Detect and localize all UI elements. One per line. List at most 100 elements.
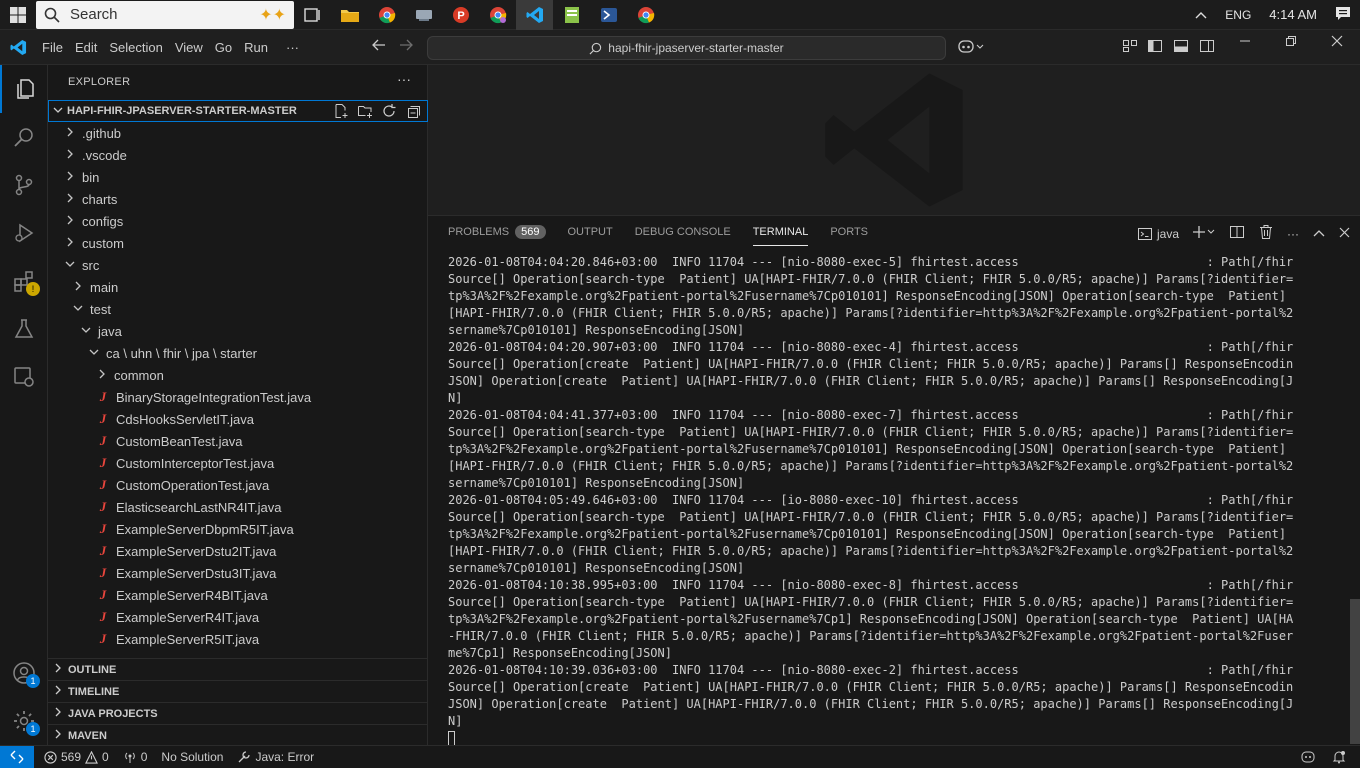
refresh-icon[interactable]	[381, 103, 397, 122]
powershell-taskbar-icon[interactable]	[590, 0, 627, 30]
new-terminal-icon[interactable]	[1193, 225, 1215, 242]
search-activity[interactable]	[0, 113, 48, 161]
customize-layout-icon[interactable]	[1122, 38, 1138, 54]
split-terminal-icon[interactable]	[1229, 224, 1245, 243]
accounts-activity[interactable]: 1	[0, 649, 48, 697]
file-item[interactable]: J ExampleServerDstu3IT.java	[48, 562, 428, 584]
menu-file[interactable]: File	[36, 40, 69, 55]
terminal-selector[interactable]: java	[1137, 226, 1179, 242]
folder-item[interactable]: main	[48, 276, 428, 298]
minimize-button[interactable]	[1225, 35, 1265, 51]
folder-item[interactable]: bin	[48, 166, 428, 188]
folder-item[interactable]: test	[48, 298, 428, 320]
folder-item[interactable]: .vscode	[48, 144, 428, 166]
command-center[interactable]: hapi-fhir-jpaserver-starter-master	[427, 36, 946, 60]
vscode-taskbar-icon[interactable]	[516, 0, 553, 30]
clock[interactable]: 4:14 AM	[1269, 7, 1317, 22]
folder-item[interactable]: java	[48, 320, 428, 342]
file-item[interactable]: J CustomOperationTest.java	[48, 474, 428, 496]
maximize-panel-icon[interactable]	[1313, 227, 1325, 241]
folder-item[interactable]: common	[48, 364, 428, 386]
solution-status[interactable]: No Solution	[161, 750, 223, 764]
bell-icon[interactable]	[1332, 750, 1346, 767]
chevron-up-icon[interactable]	[1195, 8, 1207, 22]
folder-item[interactable]: src	[48, 254, 428, 276]
close-window-button[interactable]	[1317, 35, 1357, 51]
file-item[interactable]: J ExampleServerDbpmR5IT.java	[48, 518, 428, 540]
maven-section[interactable]: MAVEN	[48, 724, 428, 746]
toggle-primary-sidebar-icon[interactable]	[1147, 38, 1163, 54]
chrome-second-taskbar-icon[interactable]	[627, 0, 664, 30]
language-indicator[interactable]: ENG	[1225, 8, 1251, 22]
notepad-plus-taskbar-icon[interactable]	[553, 0, 590, 30]
run-debug-activity[interactable]	[0, 209, 48, 257]
windows-start-button[interactable]	[0, 0, 36, 30]
file-item[interactable]: J CustomInterceptorTest.java	[48, 452, 428, 474]
folder-item[interactable]: ca \ uhn \ fhir \ jpa \ starter	[48, 342, 428, 364]
file-item[interactable]: J ExampleServerR4BIT.java	[48, 584, 428, 606]
file-item[interactable]: J ExampleServerDstu2IT.java	[48, 540, 428, 562]
remote-explorer-activity[interactable]	[0, 353, 48, 401]
toggle-secondary-sidebar-icon[interactable]	[1199, 38, 1215, 54]
file-item[interactable]: J BinaryStorageIntegrationTest.java	[48, 386, 428, 408]
explorer-activity[interactable]	[0, 65, 48, 113]
menu-edit[interactable]: Edit	[69, 40, 103, 55]
file-item[interactable]: J ExampleServerR5IT.java	[48, 628, 428, 650]
workspace-root-header[interactable]: HAPI-FHIR-JPASERVER-STARTER-MASTER	[48, 100, 428, 122]
file-item[interactable]: J CustomBeanTest.java	[48, 430, 428, 452]
file-explorer-taskbar-icon[interactable]	[331, 0, 368, 30]
folder-item[interactable]: custom	[48, 232, 428, 254]
problems-status[interactable]: 569 0	[44, 750, 109, 764]
menu-go[interactable]: Go	[209, 40, 238, 55]
ports-status[interactable]: 0	[123, 750, 147, 764]
menu-view[interactable]: View	[169, 40, 209, 55]
trash-icon[interactable]	[1259, 224, 1273, 243]
taskbar-search-box[interactable]: Search ✦✦	[36, 0, 294, 29]
remote-indicator[interactable]	[0, 746, 34, 768]
collapse-all-icon[interactable]	[405, 103, 421, 122]
menu-run[interactable]: Run	[238, 40, 274, 55]
extensions-warning-badge: !	[26, 282, 40, 296]
outline-section[interactable]: OUTLINE	[48, 658, 428, 680]
file-item[interactable]: J ElasticsearchLastNR4IT.java	[48, 496, 428, 518]
chrome-taskbar-icon[interactable]	[368, 0, 405, 30]
panel-more-icon[interactable]: ···	[1287, 227, 1299, 241]
chrome-profile-taskbar-icon[interactable]	[479, 0, 516, 30]
terminal-scrollbar[interactable]	[1350, 599, 1360, 744]
testing-activity[interactable]	[0, 305, 48, 353]
explorer-more-actions[interactable]: ···	[397, 71, 411, 87]
notifications-icon[interactable]	[1335, 5, 1351, 24]
editor-area[interactable]	[428, 65, 1360, 215]
menu-more[interactable]: ···	[280, 40, 305, 55]
task-view-icon[interactable]	[294, 0, 331, 30]
folder-item[interactable]: charts	[48, 188, 428, 210]
source-control-activity[interactable]	[0, 161, 48, 209]
java-status[interactable]: Java: Error	[237, 750, 314, 764]
folder-item[interactable]: configs	[48, 210, 428, 232]
close-panel-icon[interactable]	[1339, 227, 1350, 241]
restore-button[interactable]	[1271, 35, 1311, 51]
tab-terminal[interactable]: TERMINAL	[752, 216, 808, 248]
java-projects-section[interactable]: JAVA PROJECTS	[48, 702, 428, 724]
back-arrow-icon[interactable]	[372, 38, 386, 56]
new-file-icon[interactable]	[333, 103, 349, 122]
tab-output[interactable]: OUTPUT	[568, 216, 613, 248]
timeline-section[interactable]: TIMELINE	[48, 680, 428, 702]
terminal-output[interactable]: 2026-01-08T04:04:20.846+03:00 INFO 11704…	[448, 254, 1293, 747]
network-drive-taskbar-icon[interactable]	[405, 0, 442, 30]
copilot-status-icon[interactable]	[1301, 750, 1315, 767]
tab-problems[interactable]: PROBLEMS 569	[448, 216, 546, 248]
tab-ports[interactable]: PORTS	[830, 216, 868, 248]
manage-activity[interactable]: 1	[0, 697, 48, 745]
file-item[interactable]: J ExampleServerR4IT.java	[48, 606, 428, 628]
forward-arrow-icon[interactable]	[399, 38, 413, 56]
tab-debug-console[interactable]: DEBUG CONSOLE	[635, 216, 731, 248]
new-folder-icon[interactable]	[357, 103, 373, 122]
copilot-icon[interactable]	[958, 38, 984, 54]
folder-item[interactable]: .github	[48, 122, 428, 144]
extensions-activity[interactable]: !	[0, 257, 48, 305]
menu-selection[interactable]: Selection	[103, 40, 168, 55]
file-item[interactable]: J CdsHooksServletIT.java	[48, 408, 428, 430]
postman-taskbar-icon[interactable]: P	[442, 0, 479, 30]
toggle-panel-icon[interactable]	[1173, 38, 1189, 54]
